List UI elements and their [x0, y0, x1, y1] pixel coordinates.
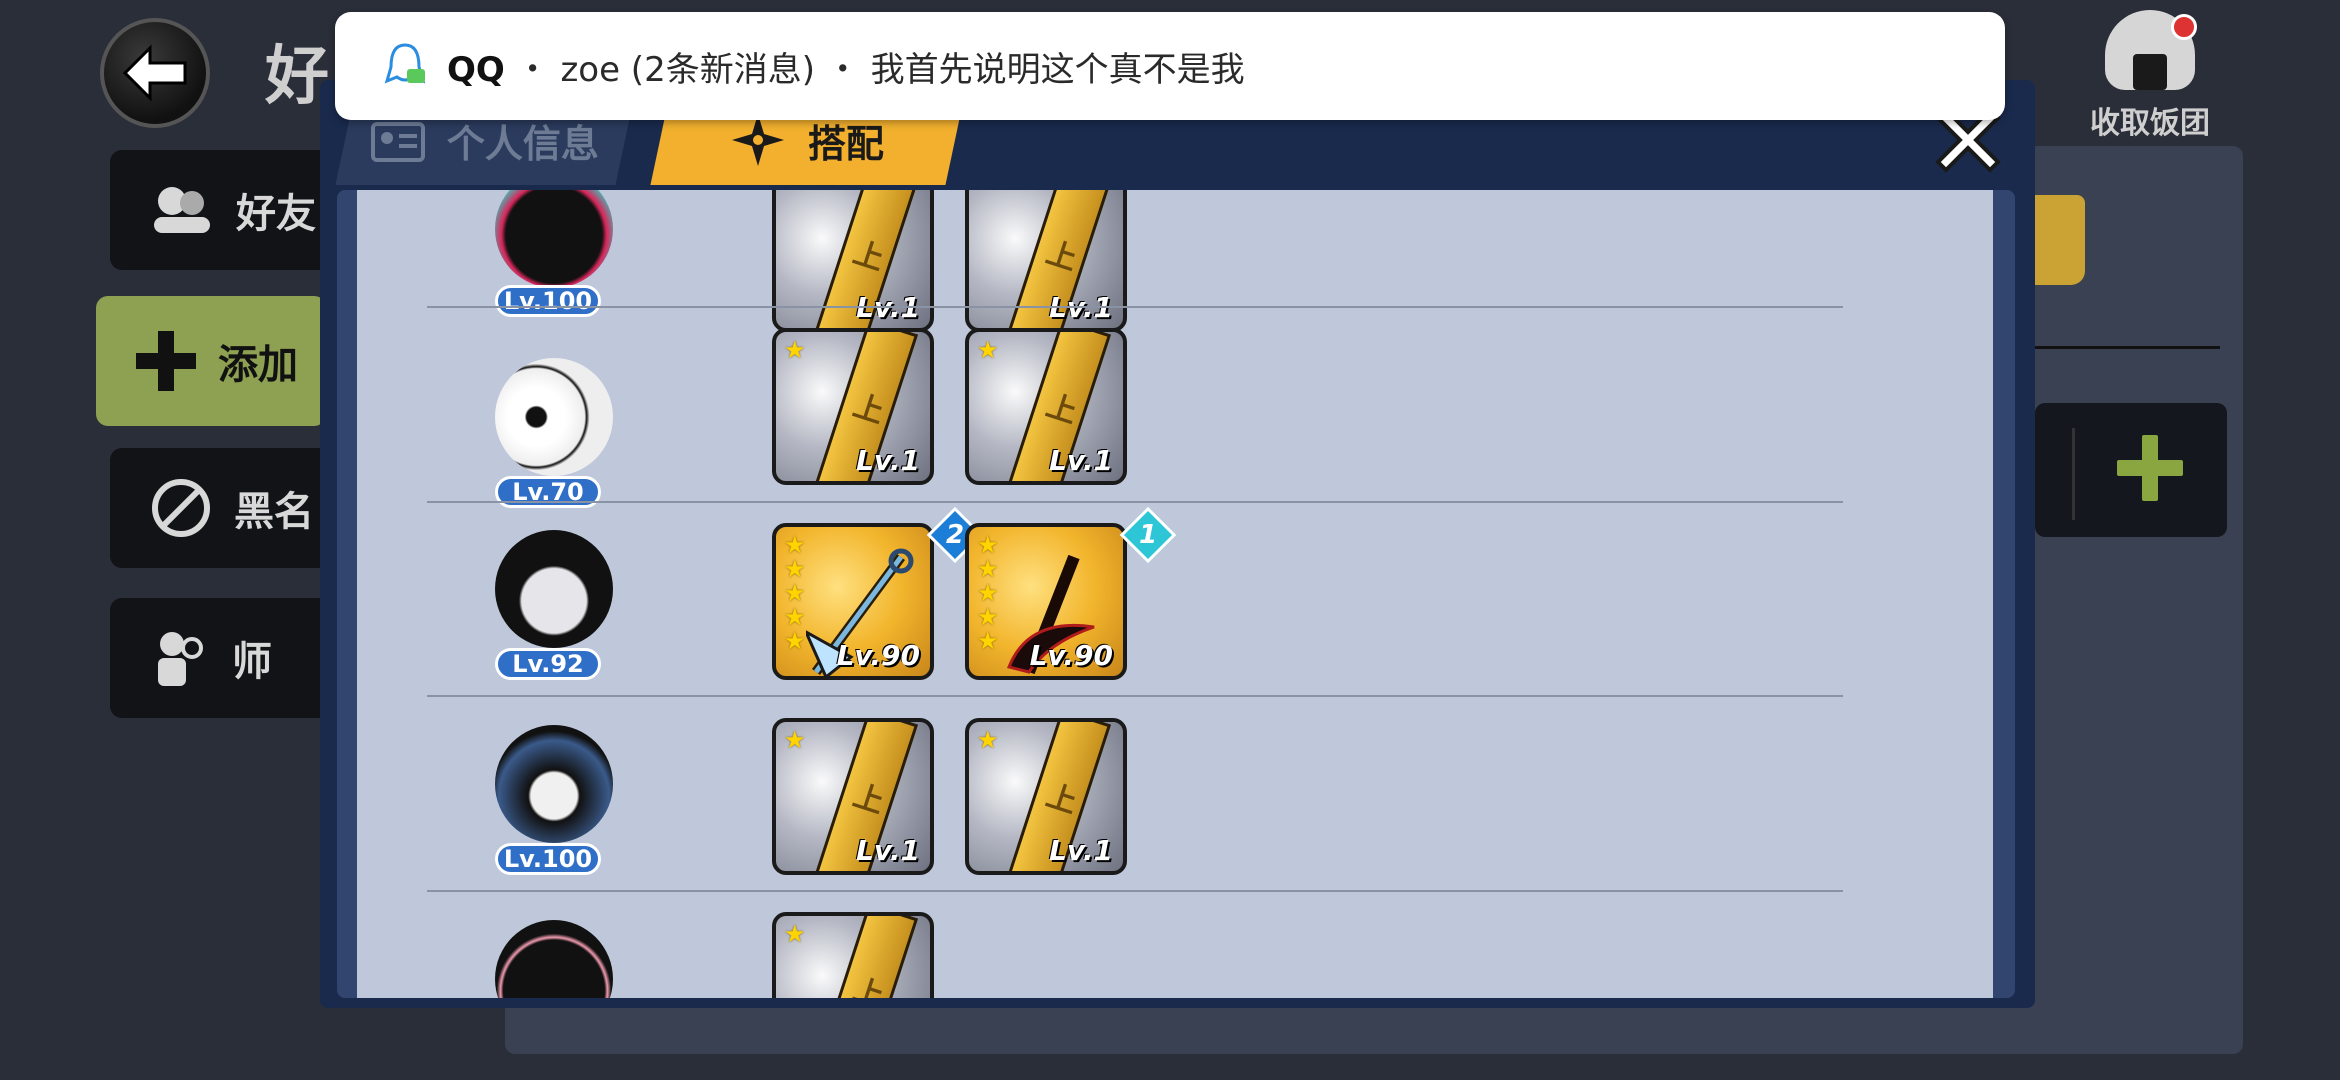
star-rating: ★ [784, 336, 806, 364]
hero-level: Lv.100 [495, 285, 601, 317]
star-rating: ★ [784, 726, 806, 754]
sidebar-item-friends[interactable]: 好友 [110, 150, 340, 270]
hero-portrait[interactable]: Lv.92 [477, 520, 627, 680]
qq-icon [384, 43, 426, 84]
profile-card-icon [370, 122, 425, 162]
notification-sender: zoe (2条新消息) [560, 49, 815, 90]
hero-level: Lv.70 [495, 476, 601, 508]
loadout-list-inner: Lv.100 Lv.1 Lv.1 Lv.70 ★ Lv.1 ★ Lv.1 [357, 190, 1993, 998]
arrow-left-icon [122, 44, 187, 102]
weapon-level: Lv.90 [1029, 639, 1113, 672]
loadout-list[interactable]: Lv.100 Lv.1 Lv.1 Lv.70 ★ Lv.1 ★ Lv.1 [337, 190, 2015, 998]
row-divider [427, 306, 1843, 308]
weapon-slot[interactable]: ★ Lv.1 [772, 328, 934, 485]
divider [2035, 346, 2220, 349]
weapon-level: Lv.1 [1049, 834, 1113, 867]
hero-avatar [495, 920, 613, 998]
hero-avatar [495, 530, 613, 648]
gem-badge: 1 [1119, 506, 1177, 564]
row-divider [427, 501, 1843, 503]
hero-portrait[interactable]: Lv.100 [477, 190, 627, 317]
back-button[interactable] [100, 18, 210, 128]
weapon-level: Lv.1 [856, 834, 920, 867]
shuriken-icon [732, 114, 785, 166]
plus-icon [136, 331, 196, 391]
hero-portrait[interactable] [477, 910, 627, 998]
sidebar-item-add[interactable]: 添加 [96, 296, 326, 426]
hero-portrait[interactable]: Lv.100 [477, 715, 627, 875]
sidebar-item-label: 添加 [218, 342, 298, 388]
tab-label: 搭配 [808, 121, 885, 166]
hero-avatar [495, 190, 613, 288]
notification-message: 我首先说明这个真不是我 [870, 49, 1245, 90]
weapon-slot[interactable]: ★ [772, 912, 934, 998]
weapon-slot[interactable]: ★ Lv.1 [772, 718, 934, 875]
notification-dot [2171, 14, 2197, 40]
weapon-level: Lv.90 [836, 639, 920, 672]
scroll-icon [809, 916, 919, 998]
weapon-slot[interactable]: Lv.1 [772, 190, 934, 332]
row-divider [427, 890, 1843, 892]
row-divider [427, 695, 1843, 697]
sidebar-item-blacklist[interactable]: 黑名 [110, 448, 340, 568]
notification-separator: ・ [825, 49, 860, 90]
block-icon [152, 479, 210, 537]
weapon-slot[interactable]: ★ ★ ★ ★ ★ Lv.90 [772, 523, 934, 680]
mentor-icon [158, 632, 203, 686]
notification-text: QQ ・ zoe (2条新消息) ・ 我首先说明这个真不是我 [447, 42, 1245, 91]
hero-avatar [495, 725, 613, 843]
hero-level: Lv.100 [495, 843, 601, 875]
hero-avatar [495, 358, 613, 476]
sidebar-item-label: 师 [232, 639, 272, 685]
star-rating: ★ ★ ★ ★ ★ [977, 531, 999, 655]
star-rating: ★ [977, 336, 999, 364]
weapon-slot[interactable]: ★ ★ ★ ★ ★ Lv.90 [965, 523, 1127, 680]
collect-rice-button[interactable]: 收取饭团 [2080, 10, 2220, 142]
rice-ball-icon [2105, 10, 2197, 90]
star-rating: ★ [977, 726, 999, 754]
sidebar-item-label: 好友 [236, 191, 316, 237]
sidebar-item-label: 黑名 [234, 489, 314, 535]
weapon-slot[interactable]: Lv.1 [965, 190, 1127, 332]
background-add-box [2035, 403, 2227, 537]
collect-label: 收取饭团 [2090, 106, 2210, 141]
weapon-slot[interactable]: ★ Lv.1 [965, 718, 1127, 875]
gem-count: 1 [1138, 520, 1158, 550]
plus-icon[interactable] [2115, 433, 2185, 503]
qq-notification[interactable]: QQ ・ zoe (2条新消息) ・ 我首先说明这个真不是我 [335, 12, 2005, 120]
sidebar-item-mentor[interactable]: 师 [110, 598, 340, 718]
friends-icon [154, 187, 210, 233]
weapon-level: Lv.1 [1049, 444, 1113, 477]
hero-portrait[interactable]: Lv.70 [477, 348, 627, 508]
star-rating: ★ ★ ★ ★ ★ [784, 531, 806, 655]
divider [2072, 428, 2075, 520]
notification-app: QQ [447, 49, 505, 90]
star-rating: ★ [784, 920, 806, 948]
hero-level: Lv.92 [495, 648, 601, 680]
weapon-slot[interactable]: ★ Lv.1 [965, 328, 1127, 485]
weapon-level: Lv.1 [856, 444, 920, 477]
notification-separator: ・ [515, 49, 550, 90]
tab-label: 个人信息 [446, 121, 599, 166]
